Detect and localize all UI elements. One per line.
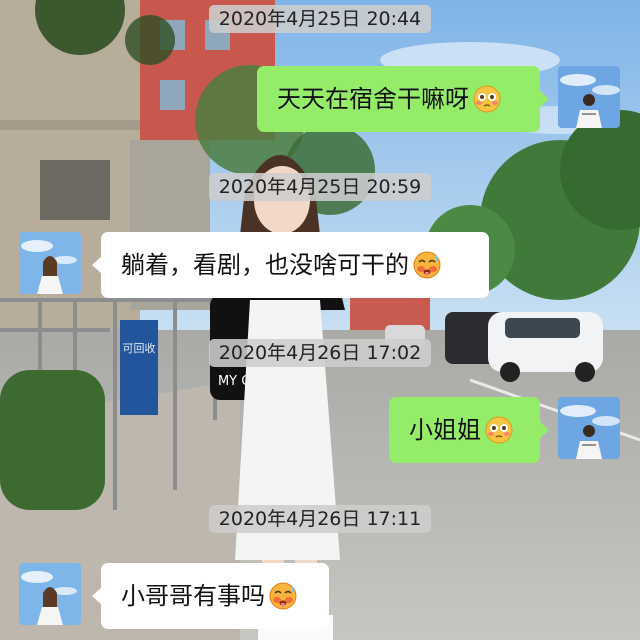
flushed-face-icon — [472, 84, 502, 114]
contact-avatar[interactable] — [19, 563, 81, 625]
message-bubble-received[interactable]: 躺着，看剧，也没啥可干的 — [92, 232, 489, 298]
message-text: 躺着，看剧，也没啥可干的 — [121, 251, 409, 279]
message-text: 天天在宿舍干嘛呀 — [277, 85, 469, 113]
message-bubble-received[interactable]: 小哥哥有事吗 — [92, 563, 329, 629]
contact-avatar[interactable] — [19, 232, 81, 294]
bin-print: 可回收 — [123, 341, 156, 355]
my-avatar[interactable] — [558, 66, 620, 128]
hot-face-icon — [412, 250, 442, 280]
message-text: 小姐姐 — [409, 416, 481, 444]
message-text: 小哥哥有事吗 — [121, 582, 265, 610]
flushed-face-icon — [484, 415, 514, 445]
message-bubble-sent[interactable]: 小姐姐 — [389, 397, 549, 463]
hot-face-icon — [268, 581, 298, 611]
message-bubble-sent[interactable]: 天天在宿舍干嘛呀 — [257, 66, 549, 132]
my-avatar[interactable] — [558, 397, 620, 459]
